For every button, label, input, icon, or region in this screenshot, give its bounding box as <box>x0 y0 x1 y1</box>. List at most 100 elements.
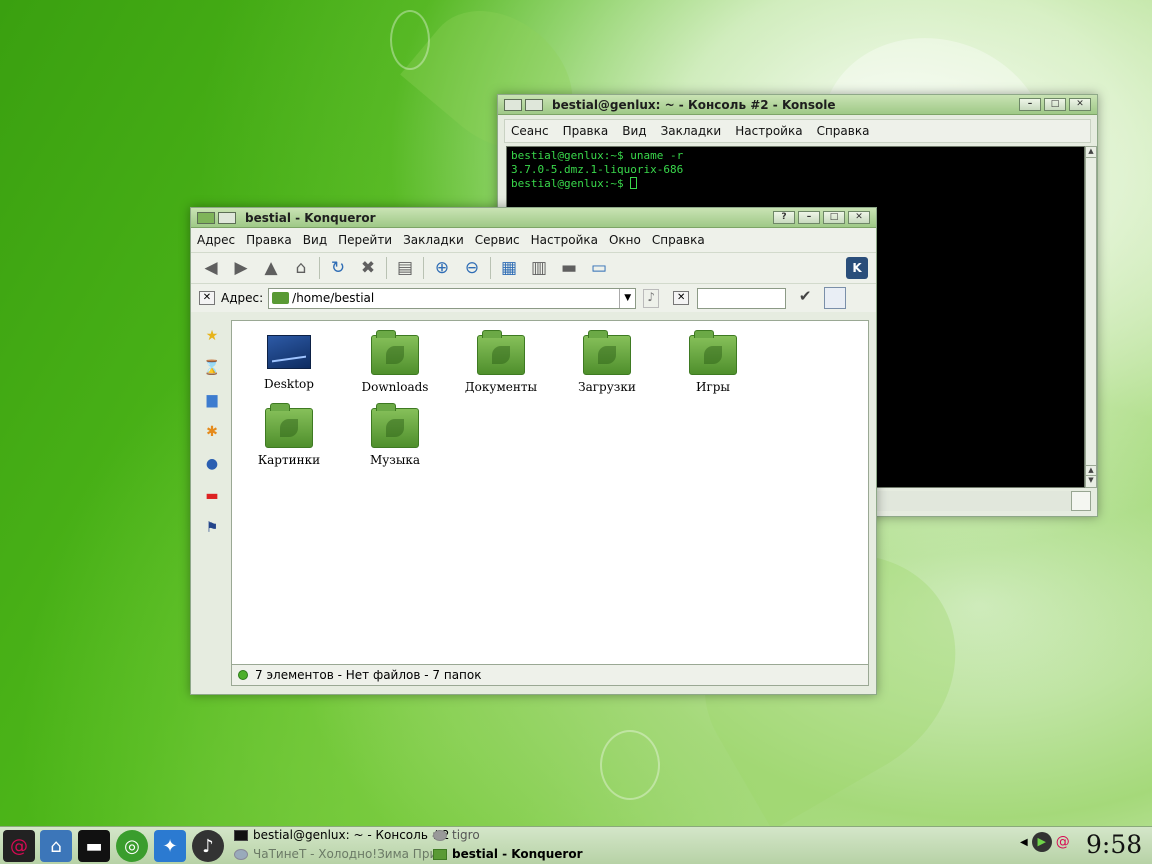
menu-help[interactable]: Справка <box>817 124 870 138</box>
status-text: 7 элементов - Нет файлов - 7 папок <box>255 668 482 682</box>
system-tray: ◀ ▶ @ <box>1020 832 1070 852</box>
task-label: ЧаТинеТ - Холодно!Зима При <box>253 847 438 861</box>
menu-settings[interactable]: Настройка <box>735 124 802 138</box>
file-item[interactable]: Загрузки <box>555 330 659 394</box>
browser-icon[interactable]: ◎ <box>116 830 148 862</box>
window-title: bestial@genlux: ~ - Консоль #2 - Konsole <box>552 97 836 112</box>
up-icon[interactable]: ▲ <box>259 256 283 280</box>
forward-icon[interactable]: ▶ <box>229 256 253 280</box>
terminal-icon[interactable]: ▬ <box>557 256 581 280</box>
scroll-up-icon[interactable]: ▲ <box>1086 147 1096 158</box>
bookmarks-icon[interactable]: ★ <box>203 327 221 345</box>
tray-arrow-icon[interactable]: ◀ <box>1020 837 1028 848</box>
root-folder-icon[interactable]: ▬ <box>203 487 221 505</box>
file-item[interactable]: Игры <box>661 330 765 394</box>
menu-view[interactable]: Вид <box>622 124 646 138</box>
maximize-button[interactable]: □ <box>1044 98 1066 111</box>
split-view-icon[interactable]: ▥ <box>527 256 551 280</box>
scroll-up-icon[interactable]: ▲ <box>1086 465 1096 476</box>
terminal-line: bestial@genlux:~$ uname -r <box>511 149 684 162</box>
menu-bookmarks[interactable]: Закладки <box>661 124 722 138</box>
task-konqueror[interactable]: bestial - Konqueror <box>433 847 583 861</box>
sticky-icon[interactable] <box>525 98 543 111</box>
file-item[interactable]: Документы <box>449 330 553 394</box>
preview-icon[interactable]: ▭ <box>587 256 611 280</box>
task-tigro[interactable]: tigro <box>433 828 480 842</box>
task-konsole[interactable]: bestial@genlux: ~ - Консоль #2 <box>234 828 449 842</box>
reload-icon[interactable]: ↻ <box>326 256 350 280</box>
minimize-button[interactable]: – <box>1019 98 1041 111</box>
file-item[interactable]: Desktop <box>237 335 341 391</box>
zoom-in-icon[interactable]: ⊕ <box>430 256 454 280</box>
media-player-icon[interactable]: ♪ <box>192 830 224 862</box>
zoom-out-icon[interactable]: ⊖ <box>460 256 484 280</box>
location-input[interactable]: /home/bestial ▼ <box>268 287 637 309</box>
konqueror-window[interactable]: bestial - Konqueror ? – □ ✕ Адрес Правка… <box>190 207 877 695</box>
close-button[interactable]: ✕ <box>1069 98 1091 111</box>
new-tab-icon[interactable] <box>1071 491 1091 511</box>
menu-location[interactable]: Адрес <box>197 233 235 247</box>
file-view[interactable]: Desktop Downloads Документы Загрузки Игр… <box>231 320 869 665</box>
menu-view[interactable]: Вид <box>303 233 327 247</box>
menu-go[interactable]: Перейти <box>338 233 392 247</box>
location-value: /home/bestial <box>292 291 375 305</box>
debian-icon[interactable]: @ <box>1056 834 1070 850</box>
search-input[interactable] <box>697 287 787 309</box>
help-button[interactable]: ? <box>773 211 795 224</box>
terminal-icon[interactable]: ▬ <box>78 830 110 862</box>
chevron-down-icon[interactable]: ▼ <box>619 288 635 308</box>
debian-menu-icon[interactable]: @ <box>3 830 35 862</box>
window-menu-icon[interactable] <box>504 98 522 111</box>
clock[interactable]: 9:58 <box>1086 830 1142 859</box>
folder-icon <box>689 330 737 375</box>
menu-edit[interactable]: Правка <box>246 233 292 247</box>
file-item[interactable]: Downloads <box>343 330 447 394</box>
menu-window[interactable]: Окно <box>609 233 641 247</box>
back-icon[interactable]: ◀ <box>199 256 223 280</box>
menu-edit[interactable]: Правка <box>563 124 609 138</box>
folder-icon <box>265 403 313 448</box>
media-icon[interactable]: ✱ <box>203 423 221 441</box>
kde-logo-icon[interactable]: K <box>846 257 868 279</box>
icon-view-icon[interactable]: ▦ <box>497 256 521 280</box>
music-note-icon[interactable]: ♪ <box>643 288 660 308</box>
clear-search-icon[interactable]: ✕ <box>673 291 690 305</box>
statusbar: 7 элементов - Нет файлов - 7 папок <box>231 665 869 686</box>
apps-icon[interactable]: ✦ <box>154 830 186 862</box>
file-item[interactable]: Картинки <box>237 403 341 467</box>
window-menu-icon[interactable] <box>197 211 215 224</box>
file-name: Desktop <box>264 377 314 391</box>
main-toolbar: ◀ ▶ ▲ ⌂ ↻ ✖ ▤ ⊕ ⊖ ▦ ▥ ▬ ▭ K <box>191 252 876 284</box>
network-icon[interactable]: ● <box>203 455 221 473</box>
file-item[interactable]: Музыка <box>343 403 447 467</box>
services-icon[interactable]: ⚑ <box>203 519 221 537</box>
menu-help[interactable]: Справка <box>652 233 705 247</box>
print-icon[interactable]: ▤ <box>393 256 417 280</box>
file-name: Загрузки <box>578 380 636 394</box>
go-icon[interactable]: ✔ <box>792 287 818 309</box>
menu-session[interactable]: Сеанс <box>511 124 549 138</box>
stop-icon[interactable]: ✖ <box>356 256 380 280</box>
konsole-titlebar[interactable]: bestial@genlux: ~ - Консоль #2 - Konsole… <box>498 95 1097 115</box>
maximize-button[interactable]: □ <box>823 211 845 224</box>
scroll-down-icon[interactable]: ▼ <box>1086 476 1096 487</box>
home-folder-icon[interactable]: ▆ <box>203 391 221 409</box>
menu-tools[interactable]: Сервис <box>475 233 520 247</box>
sticky-icon[interactable] <box>218 211 236 224</box>
konqueror-titlebar[interactable]: bestial - Konqueror ? – □ ✕ <box>191 208 876 228</box>
minimize-button[interactable]: – <box>798 211 820 224</box>
file-name: Картинки <box>257 453 321 467</box>
clear-location-icon[interactable]: ✕ <box>199 291 215 305</box>
menu-settings[interactable]: Настройка <box>531 233 598 247</box>
home-icon[interactable]: ⌂ <box>289 256 313 280</box>
history-icon[interactable]: ⌛ <box>203 359 221 377</box>
home-icon[interactable]: ⌂ <box>40 830 72 862</box>
task-chat[interactable]: ЧаТинеТ - Холодно!Зима При <box>234 847 437 861</box>
folder-icon <box>583 330 631 375</box>
terminal-scrollbar[interactable]: ▲ ▲ ▼ <box>1085 146 1097 488</box>
sidebar-toggle-icon[interactable] <box>824 287 847 309</box>
update-notifier-icon[interactable]: ▶ <box>1031 832 1052 852</box>
menu-bookmarks[interactable]: Закладки <box>403 233 464 247</box>
wallpaper-vine <box>600 730 660 800</box>
close-button[interactable]: ✕ <box>848 211 870 224</box>
